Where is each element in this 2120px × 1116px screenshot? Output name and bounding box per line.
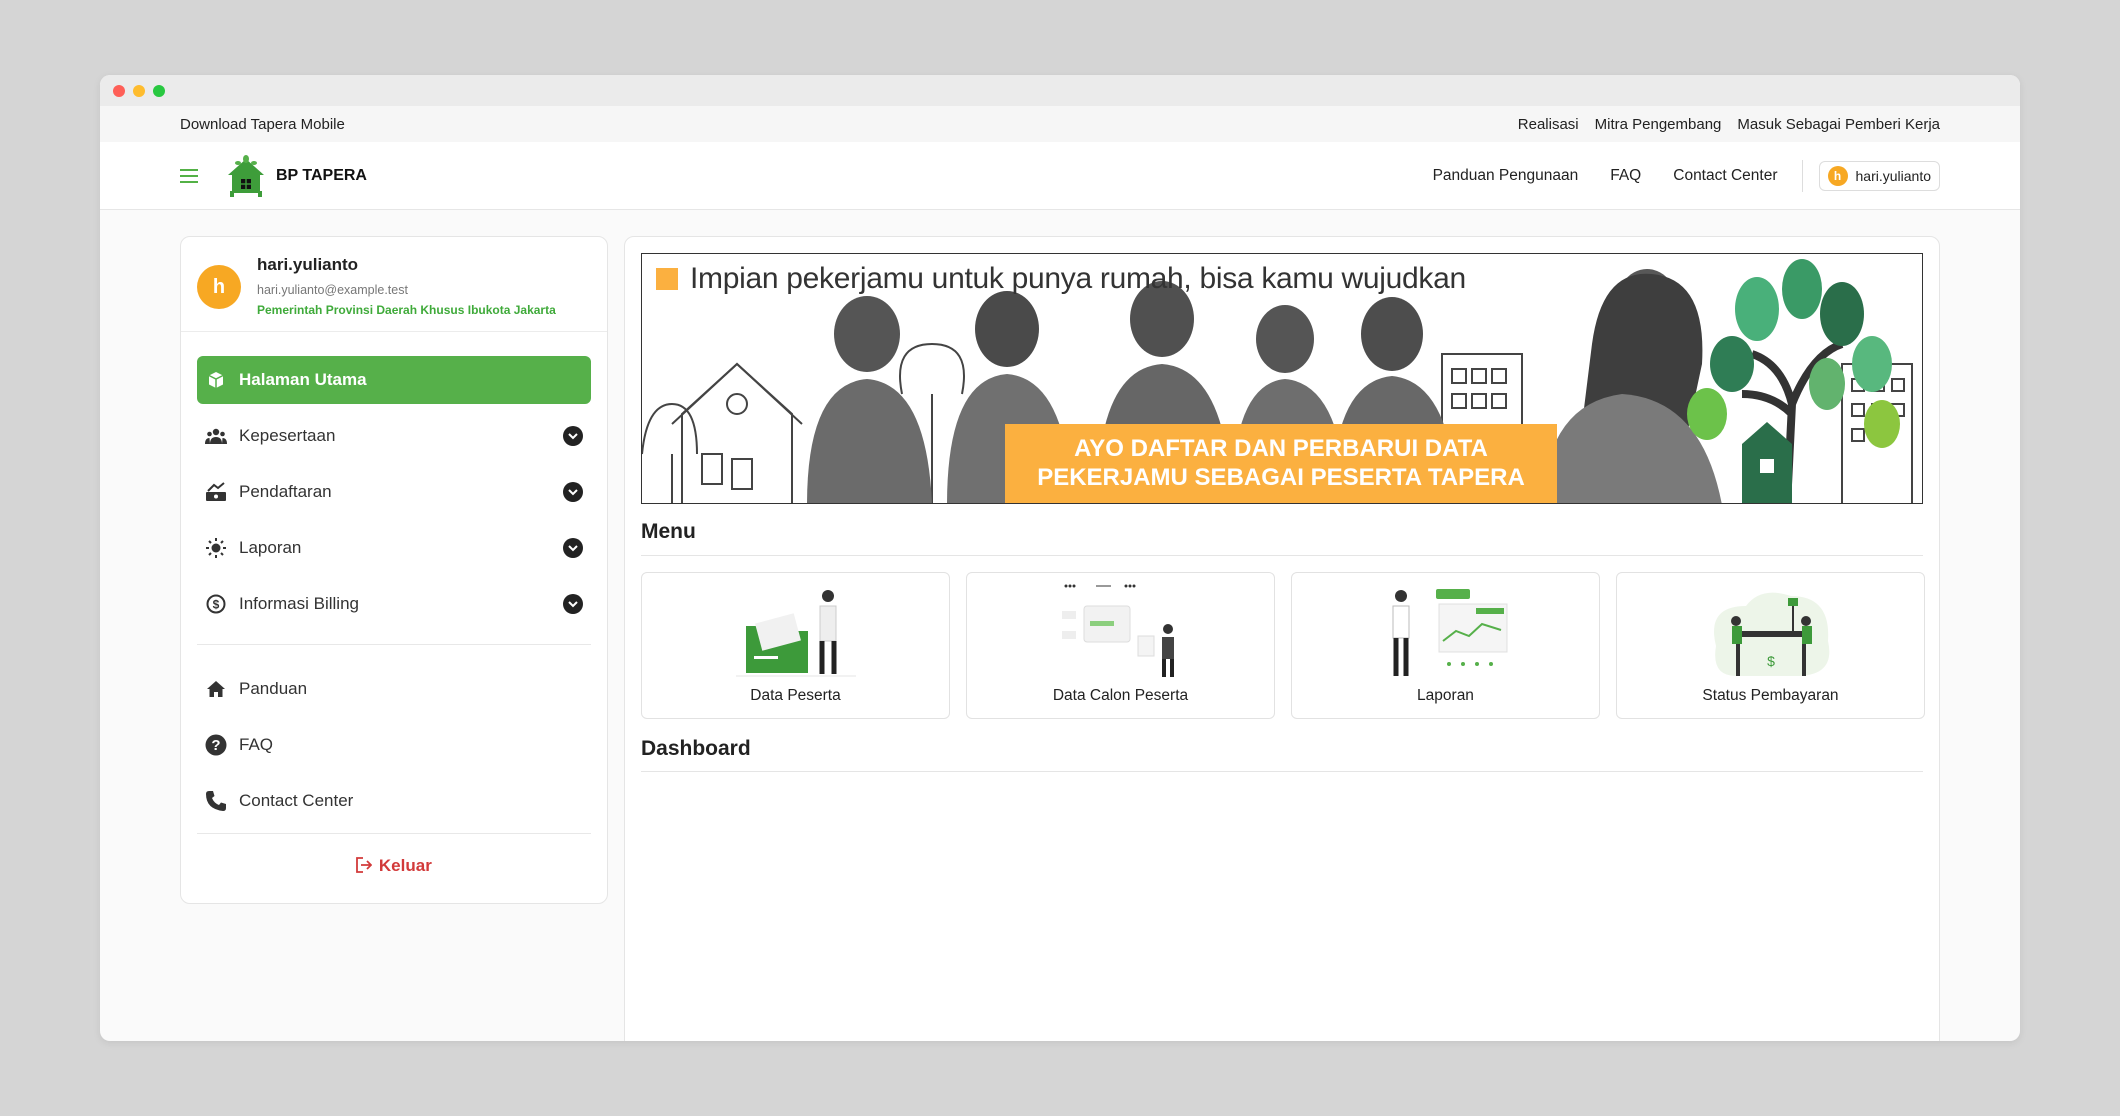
banner-cta: AYO DAFTAR DAN PERBARUI DATA PEKERJAMU S… xyxy=(1005,424,1557,503)
menu-card-label: Data Peserta xyxy=(750,687,841,704)
menu-cards: Data Peserta Data Calon Peserta Laporan … xyxy=(641,572,1925,719)
menu-card-status-pembayaran[interactable]: $ Status Pembayaran xyxy=(1616,572,1925,719)
window-chrome xyxy=(100,75,2020,106)
sidebar-secondary-menu: Panduan ? FAQ Contact Center xyxy=(181,661,607,825)
box-icon xyxy=(205,371,227,389)
chevron-down-icon[interactable] xyxy=(563,594,583,614)
sidebar-item-label: Kepesertaan xyxy=(239,426,336,445)
phone-icon xyxy=(205,790,227,812)
menu-card-label: Laporan xyxy=(1417,687,1474,704)
sidebar-divider xyxy=(197,833,591,834)
profile-avatar: h xyxy=(197,265,241,309)
sidebar: h hari.yulianto hari.yulianto@example.te… xyxy=(180,236,608,904)
users-icon xyxy=(205,427,227,445)
avatar: h xyxy=(1827,165,1848,186)
realisasi-link[interactable]: Realisasi xyxy=(1518,116,1579,133)
logout-label: Keluar xyxy=(378,856,432,875)
sidebar-item-label: Informasi Billing xyxy=(239,594,359,613)
maximize-window-button[interactable] xyxy=(153,85,165,97)
sidebar-item-label: Laporan xyxy=(239,538,302,557)
bp-tapera-logo[interactable]: BP TAPERA xyxy=(224,154,367,197)
menu-card-label: Data Calon Peserta xyxy=(1052,687,1189,704)
data-peserta-illustration xyxy=(735,573,856,681)
svg-text:?: ? xyxy=(211,737,220,754)
sidebar-item-label: Halaman Utama xyxy=(239,370,367,389)
chevron-down-icon[interactable] xyxy=(563,482,583,502)
pemberi-kerja-login-link[interactable]: Masuk Sebagai Pemberi Kerja xyxy=(1737,116,1940,133)
sidebar-item-label: FAQ xyxy=(239,735,274,754)
sidebar-item-kepesertaan[interactable]: Kepesertaan xyxy=(197,412,591,460)
panduan-pengunaan-link[interactable]: Panduan Pengunaan xyxy=(1433,167,1579,185)
navbar-divider xyxy=(1801,159,1803,192)
navbar-right: Panduan Pengunaan FAQ Contact Center h h… xyxy=(1401,159,1940,192)
download-mobile-link[interactable]: Download Tapera Mobile xyxy=(180,116,345,133)
menu-section-title: Menu xyxy=(641,520,696,543)
browser-window: Download Tapera Mobile Realisasi Mitra P… xyxy=(100,75,2020,1041)
sidebar-menu: Halaman Utama Kepesertaan Pendaftaran La… xyxy=(181,332,607,628)
sidebar-item-halaman-utama[interactable]: Halaman Utama xyxy=(197,356,591,404)
chevron-down-icon[interactable] xyxy=(563,426,583,446)
dollar-icon: $ xyxy=(205,594,227,614)
sidebar-item-contact-center[interactable]: Contact Center xyxy=(197,777,591,825)
svg-text:$: $ xyxy=(213,598,220,612)
top-links: Realisasi Mitra Pengembang Masuk Sebagai… xyxy=(1518,116,1940,133)
dashboard-section-title: Dashboard xyxy=(641,737,751,760)
report-icon xyxy=(205,538,227,558)
sidebar-item-laporan[interactable]: Laporan xyxy=(197,524,591,572)
status-pembayaran-illustration: $ xyxy=(1706,573,1836,681)
orange-square-icon xyxy=(656,268,678,290)
dashboard-section-divider xyxy=(641,771,1923,772)
menu-card-data-peserta[interactable]: Data Peserta xyxy=(641,572,950,719)
faq-link[interactable]: FAQ xyxy=(1610,167,1641,185)
top-bar: Download Tapera Mobile Realisasi Mitra P… xyxy=(100,106,2020,142)
sidebar-item-label: Pendaftaran xyxy=(239,482,332,501)
profile-email: hari.yulianto@example.test xyxy=(257,283,408,297)
question-icon: ? xyxy=(205,734,227,756)
sidebar-divider xyxy=(197,644,591,645)
hamburger-menu-icon[interactable] xyxy=(180,168,198,183)
minimize-window-button[interactable] xyxy=(133,85,145,97)
profile-organization: Pemerintah Provinsi Daerah Khusus Ibukot… xyxy=(257,303,556,317)
sidebar-item-informasi-billing[interactable]: $ Informasi Billing xyxy=(197,580,591,628)
main-navbar: BP TAPERA Panduan Pengunaan FAQ Contact … xyxy=(100,142,2020,210)
menu-card-laporan[interactable]: Laporan xyxy=(1291,572,1600,719)
promo-banner[interactable]: Impian pekerjamu untuk punya rumah, bisa… xyxy=(641,253,1923,504)
sidebar-item-pendaftaran[interactable]: Pendaftaran xyxy=(197,468,591,516)
contact-center-link[interactable]: Contact Center xyxy=(1673,167,1777,185)
logout-icon xyxy=(356,857,373,873)
user-menu-button[interactable]: h hari.yulianto xyxy=(1818,160,1940,191)
laporan-illustration xyxy=(1381,573,1511,681)
profile-name: hari.yulianto xyxy=(257,255,359,274)
logo-text: BP TAPERA xyxy=(276,166,367,184)
banner-cta-line1: AYO DAFTAR DAN PERBARUI DATA xyxy=(1074,435,1488,462)
sidebar-item-faq[interactable]: ? FAQ xyxy=(197,721,591,769)
register-icon xyxy=(205,482,227,502)
sidebar-item-panduan[interactable]: Panduan xyxy=(197,665,591,713)
chevron-down-icon[interactable] xyxy=(563,538,583,558)
data-calon-peserta-illustration xyxy=(1056,573,1186,681)
logout-button[interactable]: Keluar xyxy=(181,850,607,876)
menu-card-data-calon-peserta[interactable]: Data Calon Peserta xyxy=(966,572,1275,719)
mitra-pengembang-link[interactable]: Mitra Pengembang xyxy=(1595,116,1722,133)
sidebar-item-label: Contact Center xyxy=(239,791,354,810)
banner-headline: Impian pekerjamu untuk punya rumah, bisa… xyxy=(656,262,1466,296)
banner-cta-line2: PEKERJAMU SEBAGAI PESERTA TAPERA xyxy=(1037,464,1525,491)
menu-section-divider xyxy=(641,555,1923,556)
home-icon xyxy=(205,680,227,698)
svg-text:$: $ xyxy=(1767,653,1775,669)
close-window-button[interactable] xyxy=(113,85,125,97)
main-content: Impian pekerjamu untuk punya rumah, bisa… xyxy=(624,236,1940,1041)
profile-card: h hari.yulianto hari.yulianto@example.te… xyxy=(181,237,607,332)
sidebar-item-label: Panduan xyxy=(239,679,308,698)
menu-card-label: Status Pembayaran xyxy=(1702,687,1839,704)
banner-headline-text: Impian pekerjamu untuk punya rumah, bisa… xyxy=(690,262,1466,295)
tapera-house-icon xyxy=(228,154,264,197)
user-name: hari.yulianto xyxy=(1855,167,1932,184)
